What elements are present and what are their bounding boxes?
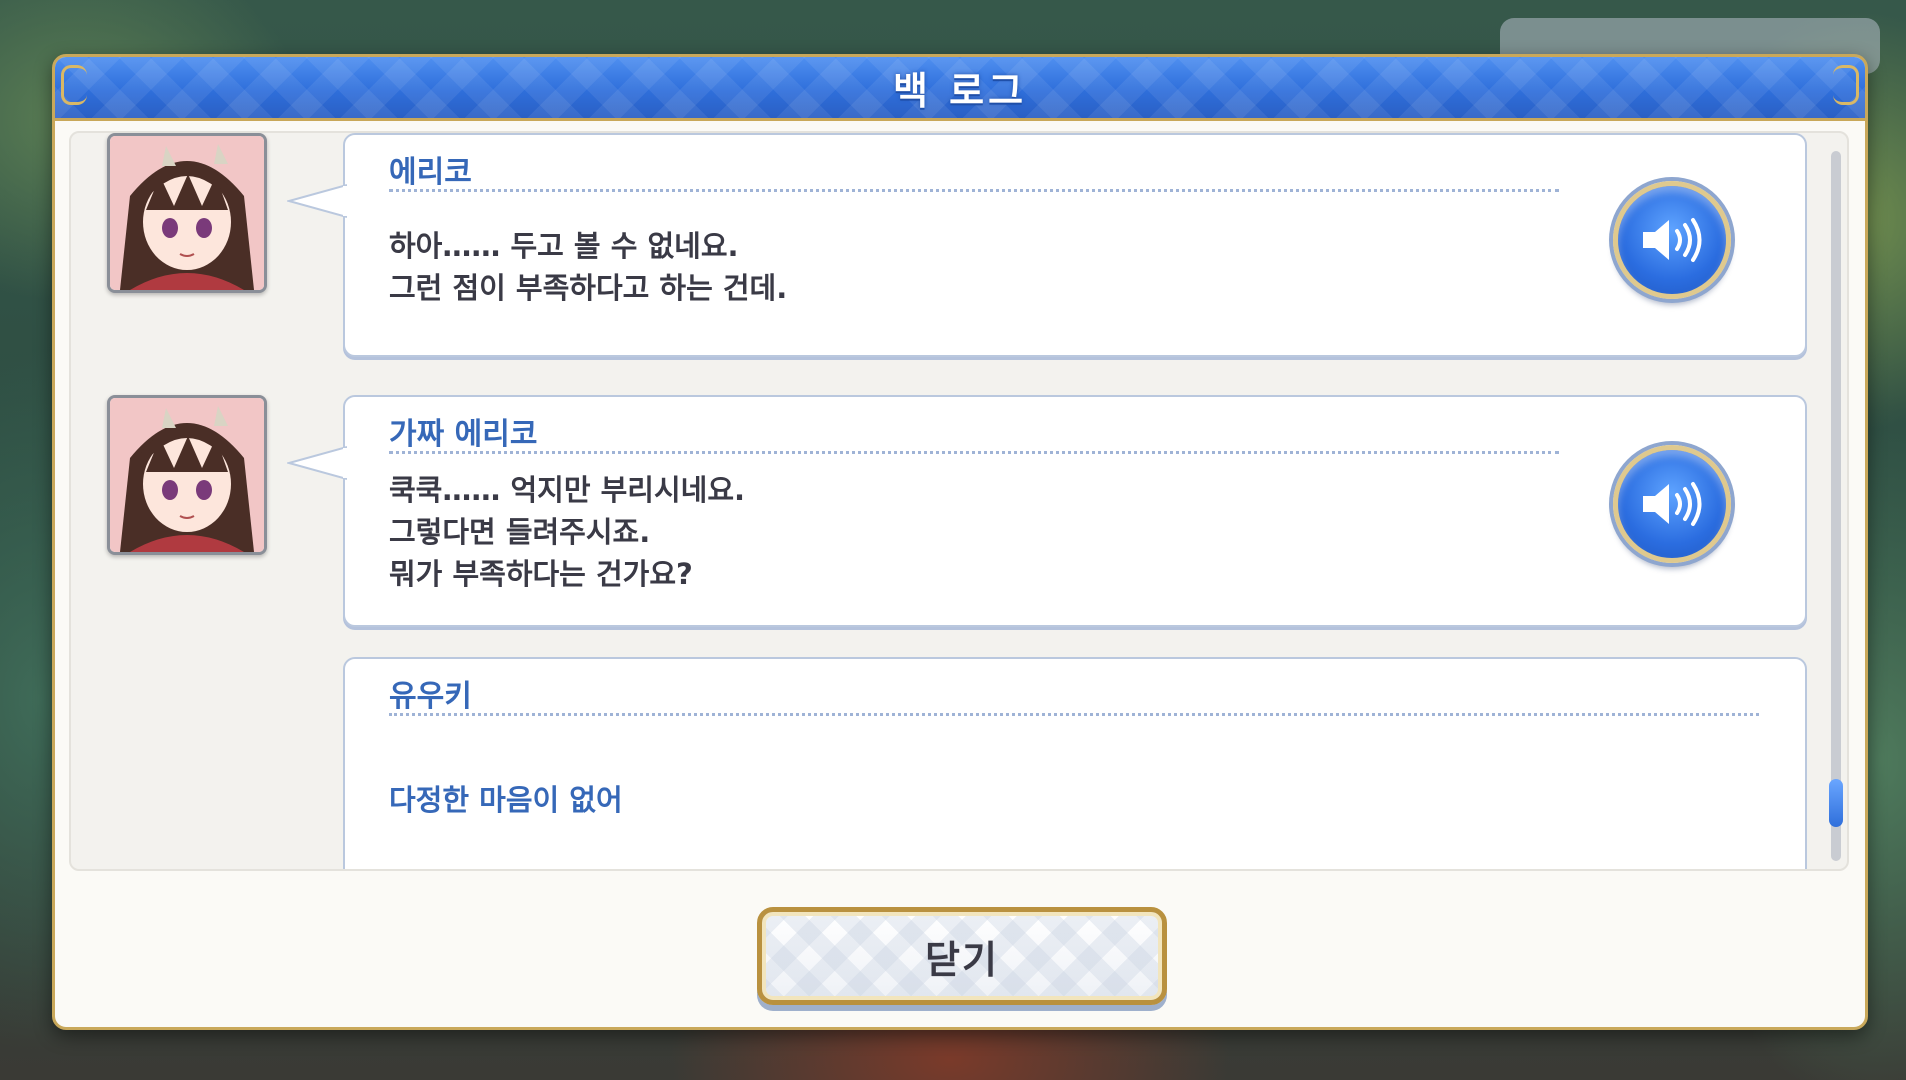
speaker-volume-icon bbox=[1643, 218, 1702, 262]
corner-ornament-right bbox=[1833, 65, 1859, 105]
dialogue-line: 하아…… 두고 볼 수 없네요. bbox=[389, 229, 739, 263]
bubble-tail bbox=[287, 446, 347, 480]
choice-bubble: 유우키 다정한 마음이 없어 bbox=[343, 657, 1807, 869]
speaker-volume-icon bbox=[1643, 482, 1702, 526]
speaker-name: 에리코 bbox=[389, 155, 472, 190]
backlog-list[interactable]: 에리코 하아…… 두고 볼 수 없네요. 그런 점이 부족하다고 하는 건데. bbox=[69, 131, 1849, 871]
dialogue-line: 뭐가 부족하다는 건가요? bbox=[389, 557, 693, 591]
log-entry: 에리코 하아…… 두고 볼 수 없네요. 그런 점이 부족하다고 하는 건데. bbox=[71, 133, 1847, 373]
divider bbox=[389, 451, 1559, 454]
dialogue-line: 그런 점이 부족하다고 하는 건데. bbox=[389, 271, 788, 305]
divider bbox=[389, 713, 1759, 716]
close-button-label: 닫기 bbox=[925, 937, 999, 982]
dialogue-line: 그렇다면 들려주시죠. bbox=[389, 515, 651, 549]
dialog-title: 백 로그 bbox=[892, 69, 1028, 113]
corner-ornament-left bbox=[61, 65, 87, 105]
dialogue-line: 쿡쿡…… 억지만 부리시네요. bbox=[389, 473, 746, 507]
dialogue-bubble: 에리코 하아…… 두고 볼 수 없네요. 그런 점이 부족하다고 하는 건데. bbox=[287, 133, 1807, 357]
character-portrait bbox=[107, 395, 267, 555]
voice-replay-button[interactable] bbox=[1613, 445, 1731, 563]
close-button[interactable]: 닫기 bbox=[757, 907, 1167, 1005]
log-entry: 유우키 다정한 마음이 없어 bbox=[71, 657, 1847, 869]
bubble-tail bbox=[287, 184, 347, 218]
choice-line: 다정한 마음이 없어 bbox=[389, 783, 623, 817]
character-portrait bbox=[107, 133, 267, 293]
scrollbar-thumb[interactable] bbox=[1829, 779, 1843, 827]
dialogue-bubble: 가짜 에리코 쿡쿡…… 억지만 부리시네요. 그렇다면 들려주시죠. 뭐가 부족… bbox=[287, 395, 1807, 627]
backlog-dialog: 백 로그 에리코 하아…… 두고 볼 수 없네요. 그런 점이 부족하다고 하는… bbox=[52, 54, 1868, 1030]
divider bbox=[389, 189, 1559, 192]
speaker-name: 유우키 bbox=[389, 679, 472, 714]
scrollbar-track[interactable] bbox=[1829, 151, 1843, 861]
dialog-header: 백 로그 bbox=[55, 57, 1865, 121]
log-entry: 가짜 에리코 쿡쿡…… 억지만 부리시네요. 그렇다면 들려주시죠. 뭐가 부족… bbox=[71, 395, 1847, 635]
speaker-name: 가짜 에리코 bbox=[389, 417, 538, 452]
voice-replay-button[interactable] bbox=[1613, 181, 1731, 299]
